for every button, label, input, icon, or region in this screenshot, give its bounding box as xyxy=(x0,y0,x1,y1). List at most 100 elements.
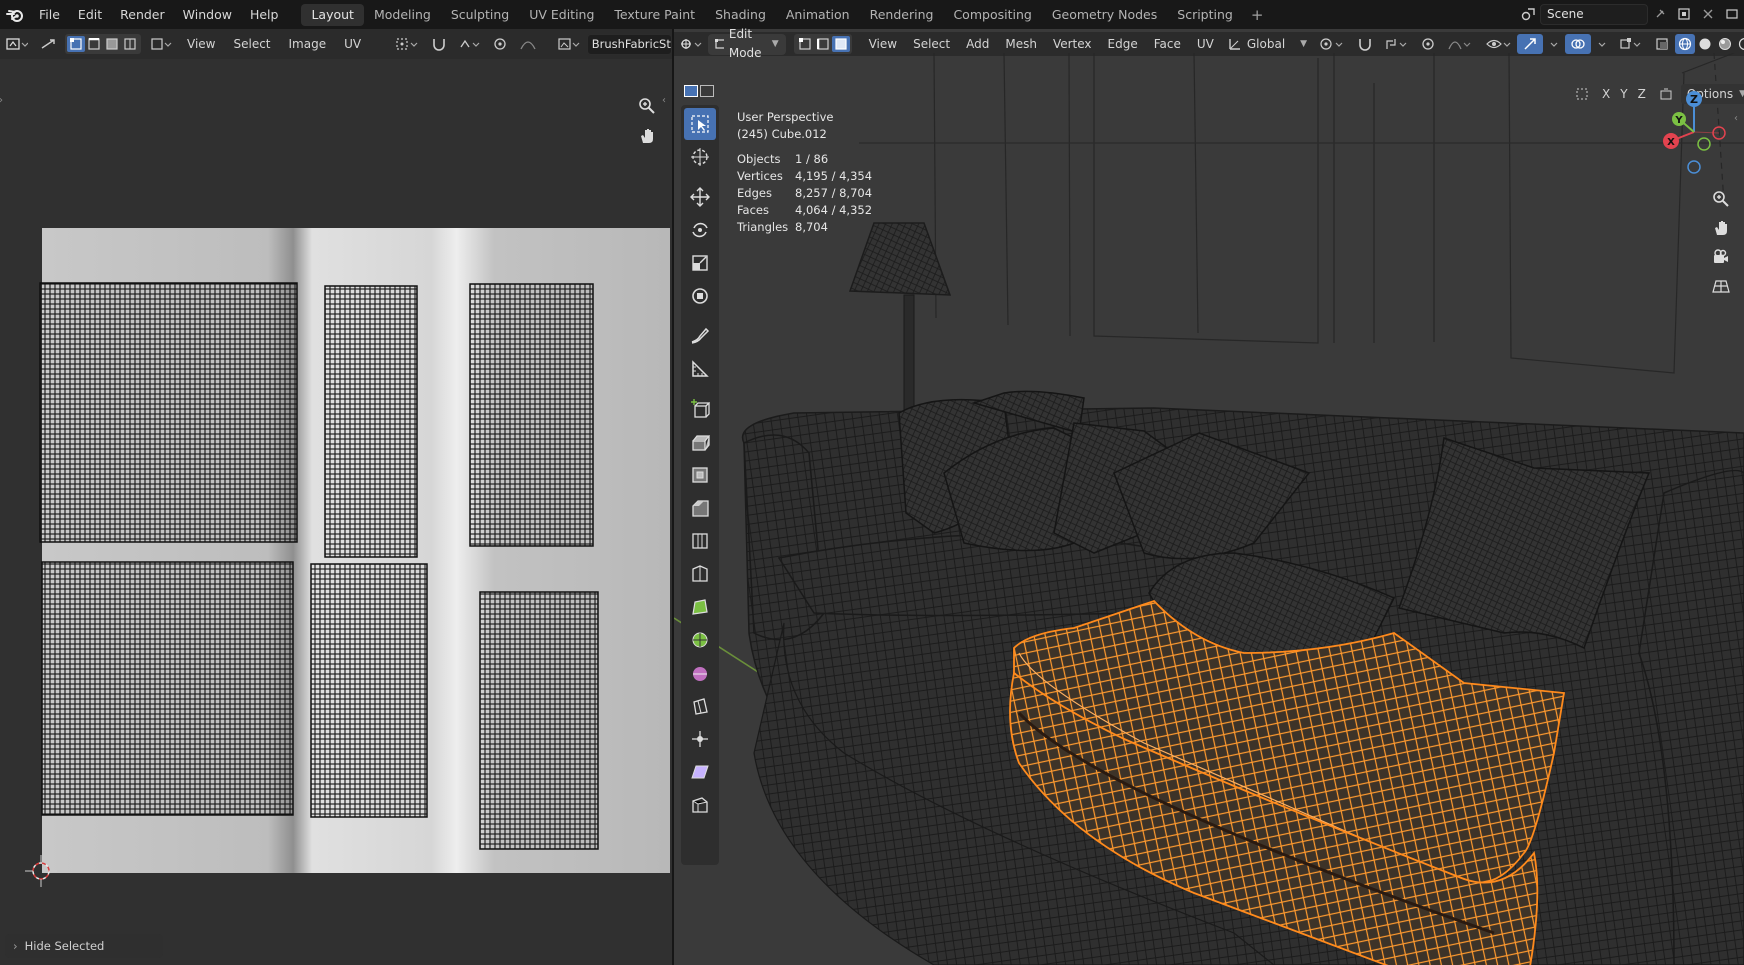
snap-icon[interactable] xyxy=(425,34,453,54)
move-tool-icon[interactable] xyxy=(684,181,716,213)
pivot-icon[interactable] xyxy=(389,34,425,54)
viewport-editor-type-icon[interactable] xyxy=(674,34,708,54)
edge-select-icon[interactable] xyxy=(85,36,103,52)
tab-modeling[interactable]: Modeling xyxy=(364,4,441,26)
tool-panel-toggle-icon[interactable]: ‹ xyxy=(662,95,666,106)
menu-window[interactable]: Window xyxy=(174,0,241,29)
vp-falloff-icon[interactable] xyxy=(1441,34,1479,54)
tab-layout[interactable]: Layout xyxy=(301,3,364,26)
camera-view-icon[interactable] xyxy=(1708,244,1734,270)
tab-animation[interactable]: Animation xyxy=(776,4,860,26)
gizmo-dropdown-icon[interactable] xyxy=(1543,34,1565,54)
pin-icon[interactable] xyxy=(1648,3,1672,25)
uv-menu-view[interactable]: View xyxy=(178,34,224,54)
image-name-field[interactable]: BrushFabricStitches… xyxy=(586,33,673,55)
transform-tool-icon[interactable] xyxy=(684,280,716,312)
scale-tool-icon[interactable] xyxy=(684,247,716,279)
gizmo-toggle-icon[interactable] xyxy=(1517,34,1544,54)
xray-icon[interactable] xyxy=(1649,34,1675,54)
inset-tool-icon[interactable] xyxy=(684,459,716,491)
island-select-icon[interactable] xyxy=(121,36,139,52)
menu-edit[interactable]: Edit xyxy=(69,0,111,29)
viewport-menu-uv[interactable]: UV xyxy=(1189,34,1222,54)
visibility-icon[interactable] xyxy=(1479,34,1517,54)
uv-menu-uv[interactable]: UV xyxy=(335,34,370,54)
tab-geometry-nodes[interactable]: Geometry Nodes xyxy=(1042,4,1167,26)
edge-slide-tool-icon[interactable] xyxy=(684,690,716,722)
uv-menu-select[interactable]: Select xyxy=(224,34,279,54)
delete-scene-icon[interactable] xyxy=(1696,3,1720,25)
viewport-canvas[interactable]: User Perspective (245) Cube.012 Objects 1… xyxy=(674,53,1744,965)
blender-logo-icon[interactable] xyxy=(0,0,30,29)
tab-compositing[interactable]: Compositing xyxy=(943,4,1041,26)
mesh-edit-overlays-icon[interactable] xyxy=(1613,34,1649,54)
shrink-fatten-tool-icon[interactable] xyxy=(684,723,716,755)
mirror-axis-y-button[interactable]: Y xyxy=(1615,84,1632,104)
tab-texture-paint[interactable]: Texture Paint xyxy=(604,4,705,26)
vp-proportional-icon[interactable] xyxy=(1415,34,1441,54)
measure-tool-icon[interactable] xyxy=(684,353,716,385)
hide-selected-button[interactable]: › Hide Selected xyxy=(5,934,163,958)
perspective-toggle-icon[interactable] xyxy=(1708,273,1734,299)
mirror-icon[interactable] xyxy=(1569,84,1595,104)
tab-sculpting[interactable]: Sculpting xyxy=(441,4,519,26)
falloff-icon[interactable] xyxy=(513,34,543,54)
transform-orientation[interactable]: Global ▼ xyxy=(1222,34,1313,54)
viewport-menu-view[interactable]: View xyxy=(861,34,905,54)
overlays-icon[interactable] xyxy=(1565,34,1592,54)
view-layer-icon[interactable] xyxy=(1720,3,1744,25)
face-mode-icon[interactable] xyxy=(831,36,850,52)
vp-pan-hand-icon[interactable] xyxy=(1708,215,1734,241)
viewport-menu-face[interactable]: Face xyxy=(1146,34,1189,54)
snap-to-icon[interactable] xyxy=(1379,34,1415,54)
vp-zoom-icon[interactable] xyxy=(1708,186,1734,212)
annotate-tool-icon[interactable] xyxy=(684,320,716,352)
rendered-shading-icon[interactable] xyxy=(1735,34,1744,54)
sync-selection-icon[interactable] xyxy=(34,34,62,54)
add-cube-tool-icon[interactable] xyxy=(684,393,716,425)
tab-rendering[interactable]: Rendering xyxy=(860,4,944,26)
new-scene-icon[interactable] xyxy=(1672,3,1696,25)
cursor-tool-icon[interactable] xyxy=(684,141,716,173)
scene-name-field[interactable]: Scene xyxy=(1540,3,1648,25)
solid-shading-icon[interactable] xyxy=(1695,34,1715,54)
menu-help[interactable]: Help xyxy=(241,0,288,29)
loop-cut-tool-icon[interactable] xyxy=(684,525,716,557)
mode-selector[interactable]: Edit Mode ▼ xyxy=(708,27,786,60)
proportional-edit-icon[interactable] xyxy=(487,34,513,54)
menu-render[interactable]: Render xyxy=(111,0,174,29)
vertex-select-icon[interactable] xyxy=(67,36,85,52)
tab-scripting[interactable]: Scripting xyxy=(1167,4,1243,26)
navigation-gizmo[interactable]: Z Y X xyxy=(1649,87,1739,182)
edge-mode-icon[interactable] xyxy=(814,36,832,52)
zoom-icon[interactable] xyxy=(634,93,660,119)
uv-canvas[interactable]: › ‹ xyxy=(0,59,672,965)
knife-tool-icon[interactable] xyxy=(684,558,716,590)
scene-icon[interactable] xyxy=(1516,3,1540,25)
sticky-select-icon[interactable] xyxy=(144,34,178,54)
viewport-menu-select[interactable]: Select xyxy=(905,34,958,54)
image-browse-icon[interactable] xyxy=(551,34,587,54)
extrude-tool-icon[interactable] xyxy=(684,426,716,458)
overlays-dropdown-icon[interactable] xyxy=(1591,34,1613,54)
tab-shading[interactable]: Shading xyxy=(705,4,776,26)
n-panel-toggle-icon[interactable]: ‹ xyxy=(1734,113,1738,124)
uv-menu-image[interactable]: Image xyxy=(280,34,336,54)
editor-type-icon[interactable] xyxy=(0,34,34,54)
wireframe-shading-icon[interactable] xyxy=(1675,34,1696,54)
tab-uv-editing[interactable]: UV Editing xyxy=(519,4,604,26)
poly-build-tool-icon[interactable] xyxy=(684,591,716,623)
select-box-tool-icon[interactable] xyxy=(684,108,716,140)
bevel-tool-icon[interactable] xyxy=(684,492,716,524)
rip-region-tool-icon[interactable] xyxy=(684,789,716,821)
pivot-point-icon[interactable] xyxy=(1313,34,1351,54)
rotate-tool-icon[interactable] xyxy=(684,214,716,246)
viewport-menu-edge[interactable]: Edge xyxy=(1100,34,1146,54)
smooth-tool-icon[interactable] xyxy=(684,657,716,689)
menu-file[interactable]: File xyxy=(30,0,69,29)
material-shading-icon[interactable] xyxy=(1715,34,1735,54)
pan-hand-icon[interactable] xyxy=(634,123,660,149)
sidebar-toggle-icon[interactable]: › xyxy=(0,95,3,106)
vertex-mode-icon[interactable] xyxy=(796,36,814,52)
new-selection-icon[interactable] xyxy=(684,85,698,97)
